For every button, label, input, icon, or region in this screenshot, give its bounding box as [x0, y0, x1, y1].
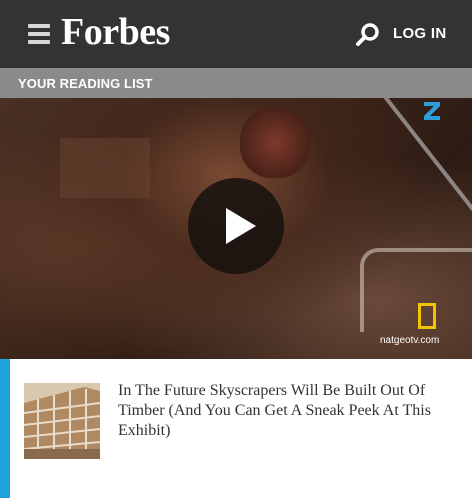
reading-list-bar[interactable]: YOUR READING LIST: [0, 68, 472, 98]
national-geographic-icon: [418, 303, 436, 329]
video-scene-diagonal: [360, 98, 472, 226]
reading-list-label: YOUR READING LIST: [18, 76, 153, 91]
article-title-link[interactable]: In The Future Skyscrapers Will Be Built …: [118, 381, 458, 441]
forbes-logo[interactable]: Forbes: [61, 10, 170, 54]
hamburger-menu-icon[interactable]: [28, 24, 50, 44]
video-player[interactable]: natgeotv.com: [0, 98, 472, 359]
article-thumbnail[interactable]: [24, 383, 100, 459]
login-button[interactable]: LOG IN: [393, 25, 446, 42]
video-scene-window: [60, 138, 150, 198]
play-icon: [226, 208, 256, 244]
play-button[interactable]: [188, 178, 284, 274]
site-header: Forbes LOG IN: [0, 0, 472, 68]
video-scene-vehicle: [360, 248, 472, 332]
video-scene-figure: [240, 108, 310, 178]
article-accent-bar: [0, 359, 10, 498]
video-watermark: natgeotv.com: [380, 335, 440, 346]
search-icon[interactable]: [355, 22, 381, 48]
article-card[interactable]: In The Future Skyscrapers Will Be Built …: [0, 359, 472, 498]
channel-z-icon: [420, 98, 444, 122]
